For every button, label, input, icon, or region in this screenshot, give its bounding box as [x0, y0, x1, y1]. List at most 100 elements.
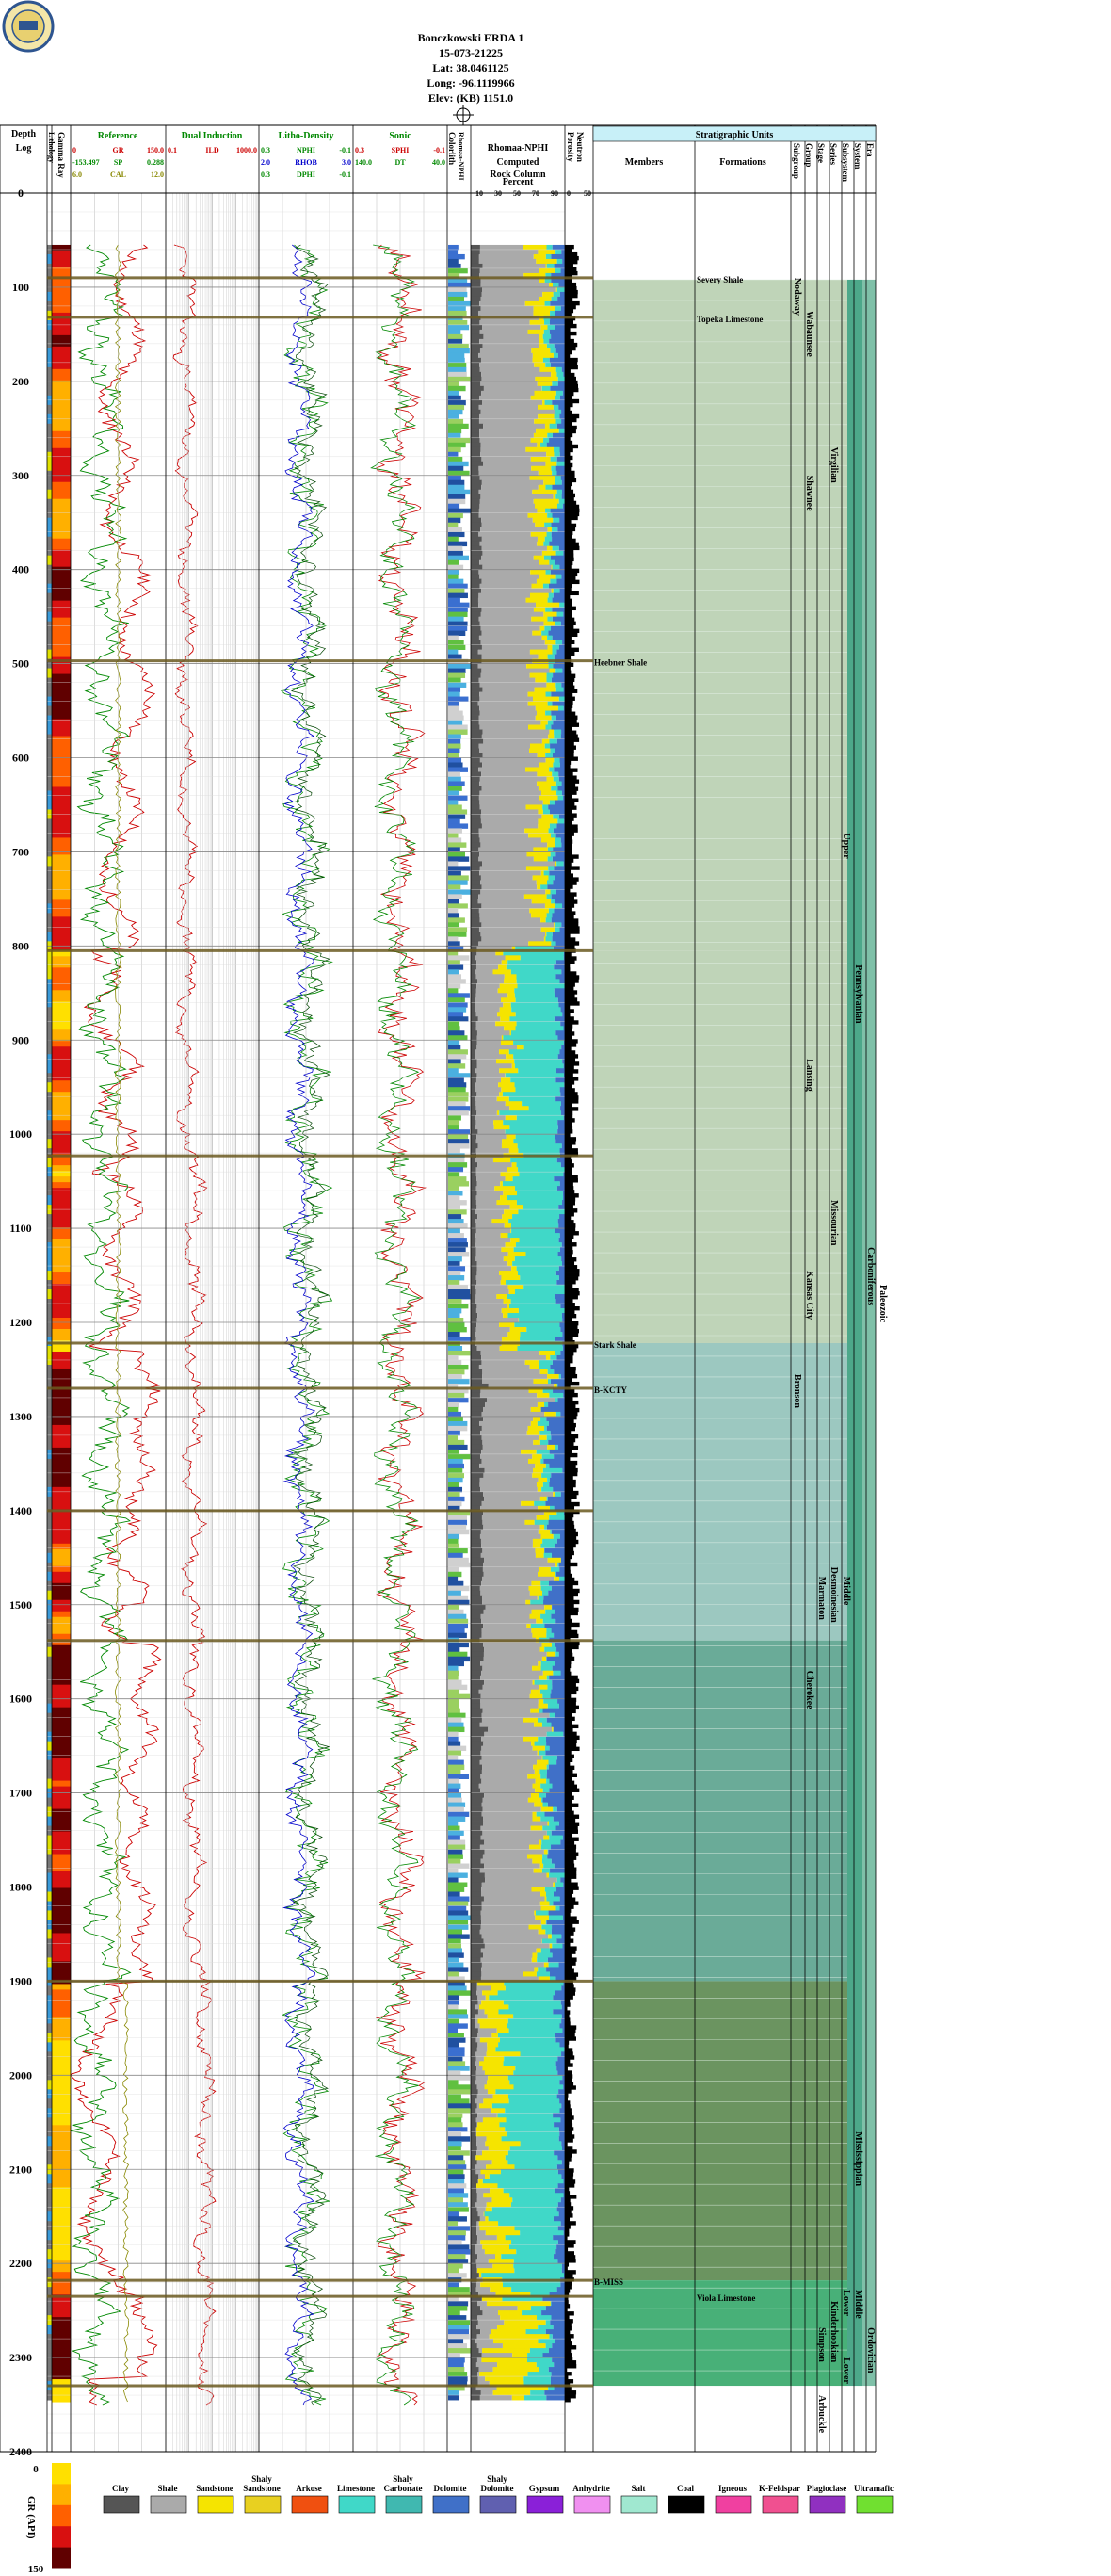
colorlith-cell	[448, 1651, 468, 1658]
colorlith-cell	[448, 1378, 470, 1385]
rock-column-cell	[548, 734, 555, 739]
porosity-fill	[565, 1927, 576, 1932]
rock-column-cell	[471, 1233, 476, 1239]
rock-column-cell	[532, 352, 554, 359]
rock-column-cell	[495, 1059, 515, 1064]
colorlith-cell	[448, 1082, 467, 1088]
lithology-cell	[47, 432, 52, 444]
rock-column-cell	[471, 1802, 482, 1807]
strat-unit-label: Simpson	[816, 2327, 827, 2362]
rock-column-cell	[546, 1741, 565, 1747]
colorlith-cell	[448, 894, 462, 899]
rock-column-cell	[532, 1538, 543, 1545]
colorlith-header: Colorlith	[447, 132, 457, 165]
rock-column-cell	[519, 1172, 564, 1177]
rock-column-cell	[556, 418, 562, 425]
rock-column-cell	[492, 2094, 508, 2099]
gr-color-cell	[52, 2368, 71, 2374]
rock-column-cell	[485, 1877, 557, 1883]
gr-color-cell	[52, 1893, 71, 1900]
percent-tick: 10	[475, 189, 483, 198]
rock-column-cell	[561, 1143, 565, 1149]
porosity-fill	[565, 297, 573, 302]
gr-color-cell	[52, 1345, 71, 1353]
porosity-fill	[565, 2070, 572, 2075]
rock-column-cell	[471, 762, 483, 768]
lithology-cell	[47, 1703, 52, 1714]
rock-column-cell	[507, 1233, 560, 1239]
rock-column-cell	[475, 1158, 493, 1163]
strat-unit-label: Kansas City	[804, 1271, 814, 1320]
rock-column-cell	[538, 1929, 546, 1935]
gr-color-cell	[52, 2249, 71, 2256]
rock-column-cell	[476, 2183, 498, 2189]
gr-color-cell	[52, 1312, 71, 1319]
rock-column-cell	[471, 1392, 480, 1399]
porosity-fill	[565, 858, 574, 863]
lithology-cell	[47, 1063, 52, 1074]
colorlith-cell	[448, 1665, 459, 1672]
colorlith-cell	[448, 828, 462, 834]
rock-column-cell	[480, 494, 554, 500]
rock-column-cell	[552, 399, 565, 406]
rock-column-cell	[524, 300, 545, 307]
rock-column-cell	[471, 413, 480, 420]
rock-column-cell	[488, 2146, 510, 2151]
rock-column-cell	[541, 1938, 557, 1944]
rock-column-cell	[471, 503, 480, 510]
rock-column-cell	[549, 282, 553, 288]
porosity-fill	[565, 2274, 573, 2278]
rock-column-cell	[476, 1181, 501, 1187]
rock-column-cell	[471, 1148, 476, 1154]
rock-column-cell	[509, 1304, 561, 1309]
rock-column-cell	[480, 2306, 518, 2311]
colorlith-cell	[448, 1294, 471, 1300]
lithology-cell	[47, 2080, 52, 2090]
rock-column-cell	[471, 1868, 480, 1873]
colorlith-cell	[448, 1172, 460, 1177]
colorlith-cell	[448, 1261, 460, 1267]
rock-column-cell	[516, 1021, 561, 1027]
rock-column-cell	[491, 2033, 498, 2038]
gr-color-cell	[52, 2102, 71, 2109]
rock-column-cell	[534, 1741, 547, 1747]
colorlith-cell	[448, 621, 468, 627]
porosity-fill	[565, 1799, 572, 1804]
rock-column-cell	[551, 691, 565, 697]
legend-swatch	[668, 2495, 705, 2514]
gr-color-cell	[52, 854, 71, 861]
lithology-cell	[47, 1392, 52, 1403]
rock-column-cell	[471, 2362, 476, 2368]
gr-color-cell	[52, 2232, 71, 2239]
lithology-cell	[47, 385, 52, 397]
porosity-fill	[565, 851, 572, 855]
rock-column-cell	[555, 395, 560, 401]
porosity-fill	[565, 1388, 575, 1394]
formation-top-label: Stark Shale	[594, 1340, 636, 1350]
rock-column-cell	[550, 1378, 565, 1385]
colorlith-cell	[448, 1016, 469, 1022]
rock-column-cell	[471, 1209, 475, 1215]
rock-column-cell	[548, 2367, 565, 2373]
porosity-fill	[565, 1539, 579, 1545]
porosity-fill	[565, 402, 573, 408]
rock-column-cell	[553, 352, 558, 359]
rock-column-cell	[476, 1304, 507, 1309]
rock-column-cell	[471, 2183, 477, 2189]
rock-column-cell	[549, 1901, 554, 1906]
colorlith-cell	[448, 786, 462, 791]
rock-column-cell	[481, 1618, 537, 1625]
strat-unit-label: Carboniferous	[865, 1247, 876, 1305]
lithology-cell	[47, 2183, 52, 2194]
gr-color-cell	[52, 1334, 71, 1341]
gr-color-cell	[52, 2108, 71, 2114]
rock-column-cell	[556, 578, 565, 585]
gr-color-cell	[52, 690, 71, 698]
rock-column-cell	[504, 1209, 519, 1215]
rock-column-cell	[554, 988, 565, 994]
rock-column-cell	[471, 870, 480, 876]
rock-column-cell	[512, 1214, 560, 1220]
reference-scale-min: 0	[72, 146, 76, 154]
rock-column-cell	[471, 1679, 485, 1686]
rock-column-cell	[497, 2310, 523, 2316]
